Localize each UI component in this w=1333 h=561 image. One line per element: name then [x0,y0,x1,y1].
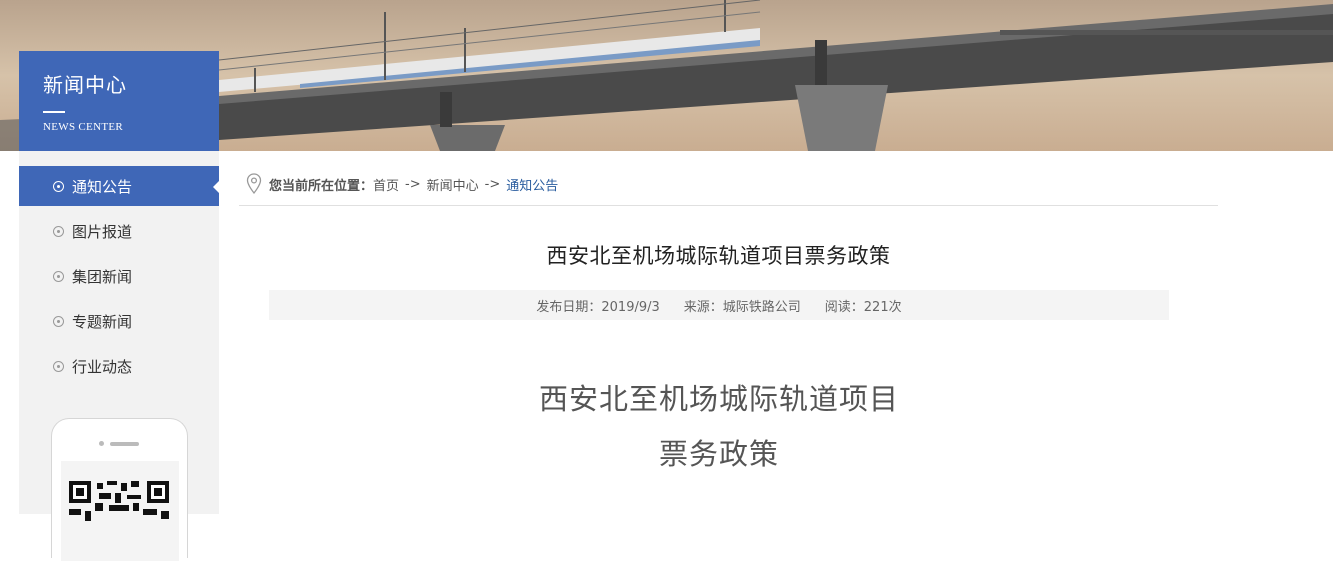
phone-speaker-icon [110,442,139,446]
qr-code-icon [69,481,169,521]
article-meta: 发布日期：2019/9/3 来源：城际铁路公司 阅读：221次 [269,290,1169,320]
sidebar-item-notices[interactable]: 通知公告 [19,166,220,206]
sidebar-item-industry-news[interactable]: 行业动态 [19,346,219,386]
sidebar-item-label: 行业动态 [72,357,133,376]
sidebar-item-label: 集团新闻 [72,267,133,286]
bullet-icon [53,315,64,327]
article-title: 西安北至机场城际轨道项目票务政策 [546,244,891,268]
sidebar-subtitle: NEWS CENTER [43,121,123,133]
phone-screen [61,461,179,561]
sidebar-item-special-news[interactable]: 专题新闻 [19,301,219,341]
breadcrumb-separator: -> [405,176,421,192]
view-count: 阅读：221次 [824,299,902,315]
bullet-icon [53,270,64,282]
sidebar-title: 新闻中心 [43,73,127,97]
sidebar-title-divider [43,111,65,113]
sidebar-item-label: 通知公告 [72,177,133,196]
breadcrumb-current[interactable]: 通知公告 [506,175,558,194]
phone-camera-icon [99,441,104,446]
breadcrumb-label: 您当前所在位置： [269,178,374,194]
breadcrumb-home[interactable]: 首页 [373,175,399,194]
sidebar-nav: 通知公告 图片报道 集团新闻 专题新闻 行业动态 [19,166,220,391]
sidebar-item-photo-reports[interactable]: 图片报道 [19,211,219,251]
sidebar-header: 新闻中心 NEWS CENTER [19,51,219,151]
bullet-icon [53,225,64,237]
mobile-qr-card [51,418,188,561]
sidebar-item-group-news[interactable]: 集团新闻 [19,256,219,296]
active-indicator-icon [213,180,220,194]
article-source: 来源：城际铁路公司 [683,299,801,315]
breadcrumb: 您当前所在位置： 首页 -> 新闻中心 -> 通知公告 [239,163,1218,206]
breadcrumb-section[interactable]: 新闻中心 [427,175,479,194]
bullet-icon [53,180,64,192]
breadcrumb-separator: -> [484,176,501,192]
location-pin-icon [246,173,262,195]
sidebar: 通知公告 图片报道 集团新闻 专题新闻 行业动态 [19,151,220,561]
article-body-line: 票务政策 [658,437,779,471]
sidebar-item-label: 图片报道 [72,222,133,241]
sidebar-item-label: 专题新闻 [72,312,133,331]
article-body-line: 西安北至机场城际轨道项目 [538,382,899,416]
publish-date: 发布日期：2019/9/3 [536,299,660,315]
article-body-heading: 西安北至机场城际轨道项目 票务政策 [269,372,1169,482]
bullet-icon [53,360,64,372]
